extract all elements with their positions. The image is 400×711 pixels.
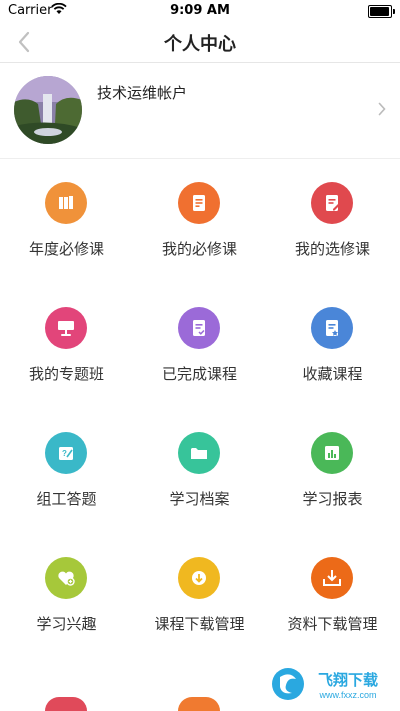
menu-item-partial <box>178 697 220 711</box>
document-icon <box>178 182 220 224</box>
battery-level <box>370 7 390 16</box>
heart-plus-icon <box>45 557 87 599</box>
chevron-right-icon <box>378 102 386 116</box>
folder-icon <box>178 432 220 474</box>
books-icon <box>45 182 87 224</box>
status-time: 9:09 AM <box>170 3 230 18</box>
status-bar: Carrier 9:09 AM <box>0 0 400 22</box>
menu-item-label: 年度必修课 <box>28 240 104 258</box>
navigation-bar: 个人中心 <box>0 22 400 63</box>
bar-chart-icon <box>311 432 353 474</box>
menu-item-partial <box>45 697 87 711</box>
download-circle-icon <box>178 557 220 599</box>
menu-item[interactable]: 收藏课程 <box>266 257 399 383</box>
menu-item-label: 收藏课程 <box>302 365 363 383</box>
menu-item[interactable]: 资料下载管理 <box>266 507 399 633</box>
menu-item[interactable]: 学习档案 <box>133 382 266 508</box>
lectern-icon <box>45 307 87 349</box>
menu-item[interactable]: 我的专题班 <box>0 257 133 383</box>
menu-item-label: 学习报表 <box>302 490 363 508</box>
menu-item[interactable]: 我的选修课 <box>266 132 399 258</box>
menu-item[interactable]: 年度必修课 <box>0 132 133 258</box>
battery-icon <box>368 5 395 18</box>
menu-item[interactable]: 课程下载管理 <box>133 507 266 633</box>
menu-item-label: 我的专题班 <box>28 365 104 383</box>
menu-item-label: 资料下载管理 <box>287 615 378 633</box>
menu-item[interactable]: ? 组工答题 <box>0 382 133 508</box>
checklist-icon <box>178 307 220 349</box>
menu-item[interactable]: 学习报表 <box>266 382 399 508</box>
watermark-logo: 飞翔下载 www.fxxz.com <box>270 663 390 705</box>
menu-item-label: 已完成课程 <box>161 365 237 383</box>
watermark-url: www.fxxz.com <box>318 690 376 700</box>
menu-item[interactable]: 学习兴趣 <box>0 507 133 633</box>
starred-document-icon <box>311 307 353 349</box>
menu-item-label: 我的选修课 <box>294 240 370 258</box>
menu-item[interactable]: 我的必修课 <box>133 132 266 258</box>
question-card-icon: ? <box>45 432 87 474</box>
menu-item-label: 课程下载管理 <box>154 615 245 633</box>
download-tray-icon <box>311 557 353 599</box>
edit-document-icon <box>311 182 353 224</box>
menu-item-label: 学习兴趣 <box>36 615 97 633</box>
account-name: 技术运维帐户 <box>97 84 188 102</box>
svg-text:?: ? <box>62 449 67 458</box>
menu-item-label: 组工答题 <box>36 490 97 508</box>
menu-item[interactable]: 已完成课程 <box>133 257 266 383</box>
watermark-text: 飞翔下载 <box>318 671 378 689</box>
page-title: 个人中心 <box>164 34 236 55</box>
menu-item-label: 我的必修课 <box>161 240 237 258</box>
menu-item-label: 学习档案 <box>169 490 230 508</box>
